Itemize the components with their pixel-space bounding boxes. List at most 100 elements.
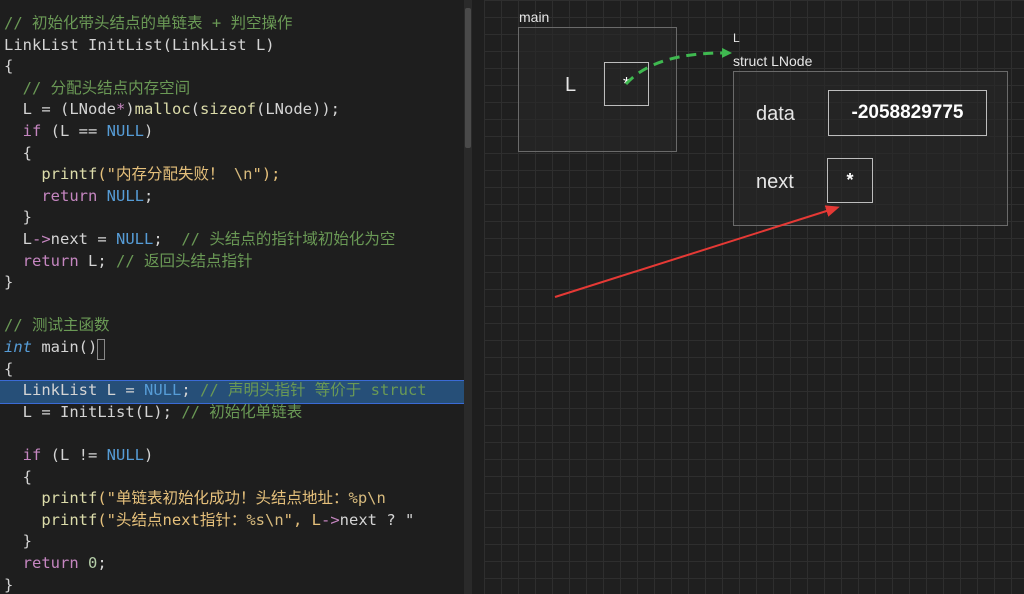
code-token: %s\n — [246, 510, 284, 529]
struct-label: struct LNode — [733, 53, 813, 69]
code-line[interactable]: } — [4, 272, 13, 294]
code-token: * — [115, 100, 126, 119]
code-token: // 测试主函数 — [4, 316, 110, 335]
code-token: { — [4, 359, 14, 378]
code-line[interactable]: } — [4, 575, 13, 594]
code-token: { — [4, 143, 32, 162]
code-line[interactable]: } — [4, 207, 32, 229]
code-line[interactable]: } — [4, 531, 32, 553]
code-token: ) — [144, 122, 154, 140]
code-line[interactable]: return L; // 返回头结点指针 — [4, 251, 253, 273]
code-token: ("头结点next指针： — [97, 510, 247, 529]
code-line[interactable]: L = InitList(L); // 初始化单链表 — [4, 402, 303, 424]
code-token: // 返回头结点指针 — [116, 251, 253, 270]
code-line[interactable]: LinkList InitList(LinkList L) — [4, 35, 275, 57]
code-line[interactable]: // 测试主函数 — [4, 315, 110, 337]
code-token: // 初始化单链表 — [181, 402, 303, 421]
code-line[interactable]: L = (LNode*)malloc(sizeof(LNode)); — [4, 99, 340, 121]
code-line[interactable]: { — [4, 467, 32, 489]
code-token: (LNode)); — [256, 100, 341, 119]
code-token: L = InitList(L); — [4, 402, 182, 421]
code-token: main() — [32, 338, 98, 356]
memory-visualization-canvas: main L * L struct LNode data -2058829775… — [484, 0, 1024, 594]
field-name-data: data — [756, 103, 795, 125]
code-token: NULL — [106, 122, 144, 140]
code-line[interactable]: printf("头结点next指针：%s\n", L->next ? " — [4, 510, 414, 532]
code-line[interactable]: int main() — [4, 337, 97, 359]
code-line[interactable]: L->next = NULL; // 头结点的指针域初始化为空 — [4, 229, 396, 251]
main-stack-frame: L * — [518, 27, 677, 152]
code-token: ; — [153, 230, 182, 248]
code-token: // 声明头指针 等价于 struct — [199, 381, 427, 400]
code-token: ", L — [283, 510, 321, 529]
code-token: NULL — [116, 230, 154, 248]
code-line[interactable]: // 初始化带头结点的单链表 + 判空操作 — [4, 13, 293, 35]
code-token: } — [4, 208, 32, 227]
code-token: ("单链表初始化成功！头结点地址： — [97, 489, 349, 508]
main-frame-label: main — [519, 9, 550, 25]
code-token: next ? " — [339, 510, 415, 529]
code-line[interactable]: return NULL; — [4, 186, 153, 208]
code-token: } — [4, 532, 32, 551]
code-line[interactable]: printf("内存分配失败！ \n"); — [4, 164, 280, 186]
pointer-target-label: L — [733, 31, 740, 45]
code-token: NULL — [106, 446, 144, 464]
code-token: -> — [320, 510, 340, 529]
code-token: NULL — [106, 186, 144, 205]
code-token: ) — [144, 446, 154, 464]
code-token: // 初始化带头结点的单链表 + 判空操作 — [4, 14, 293, 32]
pane-splitter[interactable] — [472, 0, 484, 594]
code-token: printf — [41, 489, 98, 508]
code-token: malloc — [134, 100, 191, 119]
field-value-data: -2058829775 — [828, 90, 987, 136]
code-line[interactable]: return 0; — [4, 553, 107, 575]
code-line[interactable]: printf("单链表初始化成功！头结点地址：%p\n — [4, 488, 386, 510]
code-token: NULL — [143, 381, 182, 400]
code-token: LinkList InitList(LinkList L) — [4, 35, 275, 54]
editor-scrollbar-thumb[interactable] — [465, 8, 471, 148]
field-name-next: next — [756, 171, 794, 193]
code-token: // 分配头结点内存空间 — [4, 78, 191, 97]
code-line[interactable]: if (L == NULL) — [4, 121, 154, 143]
code-token: } — [4, 575, 14, 594]
field-value-next: * — [827, 158, 873, 203]
code-token: LinkList L = — [4, 381, 144, 400]
code-token: ("内存分配失败！ — [97, 165, 234, 184]
code-token: // 头结点的指针域初始化为空 — [181, 230, 396, 248]
code-line[interactable]: if (L != NULL) — [4, 445, 154, 467]
code-token: if — [22, 446, 42, 464]
code-line[interactable]: // 分配头结点内存空间 — [4, 78, 191, 100]
code-token: return — [22, 554, 79, 572]
pointer-L-value: * — [604, 62, 649, 106]
code-token: ( — [190, 100, 201, 119]
code-token: (L != — [41, 446, 107, 464]
code-token: printf — [41, 510, 98, 529]
code-editor[interactable]: // 初始化带头结点的单链表 + 判空操作 LinkList InitList(L… — [0, 0, 464, 594]
code-token: return — [41, 186, 98, 205]
code-token: (L == — [41, 122, 107, 140]
code-line[interactable]: { — [4, 359, 13, 381]
code-line[interactable]: { — [4, 143, 32, 165]
code-token: ; — [181, 381, 200, 400]
code-line[interactable]: LinkList L = NULL; // 声明头指针 等价于 struct — [4, 380, 427, 402]
var-name-L: L — [565, 74, 577, 96]
code-token: \n — [233, 165, 253, 184]
code-token: if — [22, 122, 42, 140]
bracket-match-indicator — [97, 339, 105, 360]
code-token: int — [4, 338, 32, 356]
code-token: %p\n — [348, 489, 386, 508]
code-token: next = — [50, 230, 116, 248]
code-token: sizeof — [200, 100, 257, 119]
code-token: ; — [144, 186, 154, 205]
code-line[interactable]: { — [4, 56, 13, 78]
